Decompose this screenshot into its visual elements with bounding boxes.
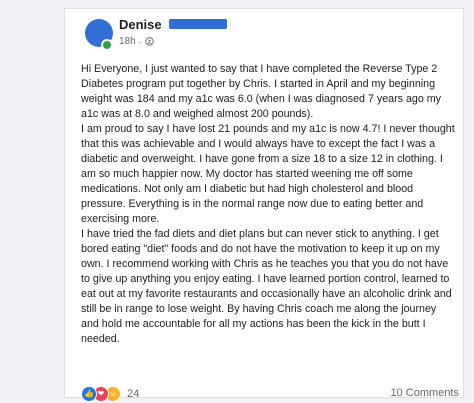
post-card: Denise 18h · Hi Everyone, I just wanted … [64,8,464,402]
post-paragraph: Hi Everyone, I just wanted to say that I… [81,63,442,120]
post-body: Hi Everyone, I just wanted to say that I… [81,62,457,347]
meta-separator: · [138,36,142,47]
post-paragraph: I am proud to say I have lost 21 pounds … [81,123,455,225]
post-footer: 👍 ❤ ☺ 24 10 Comments [81,386,459,403]
author-name[interactable]: Denise [119,17,162,32]
comment-count[interactable]: 10 Comments [391,387,459,399]
post-time[interactable]: 18h [119,36,136,47]
name-redaction [169,19,227,29]
post-paragraph: I have tried the fad diets and diet plan… [81,228,452,345]
online-status-dot [101,39,113,51]
post-meta: 18h · [119,36,154,47]
friends-icon[interactable] [144,37,154,46]
reaction-count[interactable]: 24 [127,388,139,400]
